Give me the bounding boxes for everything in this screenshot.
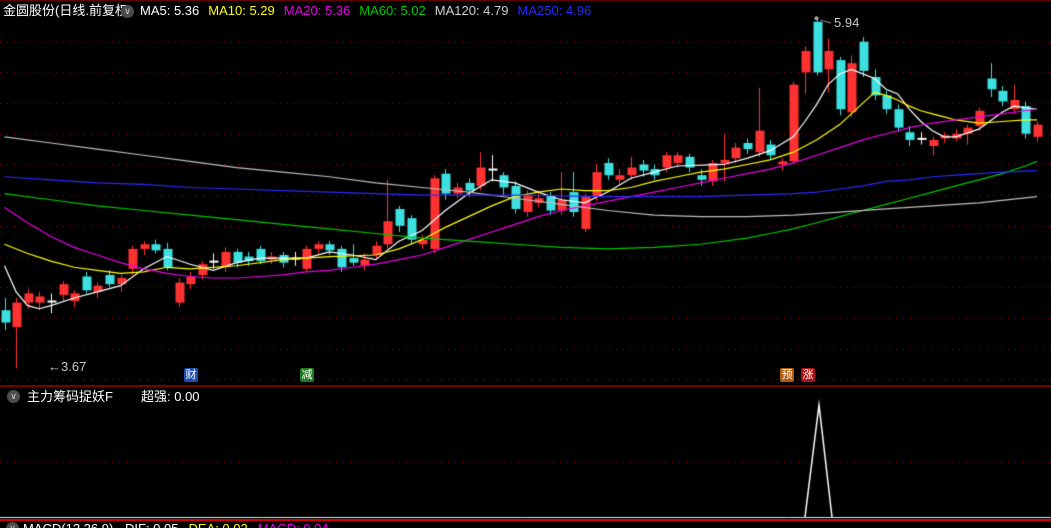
- signal-marker: 预: [780, 368, 794, 382]
- macd-value-0: DIF: 0.05: [125, 521, 178, 528]
- high-price-annotation: 5.94: [834, 15, 860, 30]
- macd-header: ∨ MACD(12,26,9) DIF: 0.05 DEA: 0.02 MACD: …: [0, 521, 1051, 528]
- chevron-down-icon[interactable]: ∨: [7, 390, 20, 403]
- signal-marker: 涨: [801, 368, 815, 382]
- ma-legend-item-5: MA250: 4.96: [517, 3, 592, 18]
- low-price-annotation: ←3.67: [48, 359, 87, 374]
- ma-legend-item-1: MA10: 5.29: [208, 3, 275, 18]
- chart-header: 金圆股份(日线.前复权) ∨ MA5: 5.36 MA10: 5.29 MA20: …: [0, 2, 1051, 20]
- panel-separator: [0, 385, 1051, 387]
- sub-indicator-title: 主力筹码捉妖F: [27, 389, 113, 404]
- ma-legend-item-3: MA60: 5.02: [359, 3, 426, 18]
- sub-indicator-header: ∨ 主力筹码捉妖F 超强: 0.00: [0, 389, 1051, 404]
- ma-legend-item-4: MA120: 4.79: [434, 3, 509, 18]
- stock-title: 金圆股份(日线.前复权): [3, 3, 133, 18]
- signal-marker: 减: [300, 368, 314, 382]
- signal-marker: 财: [184, 368, 198, 382]
- macd-value-1: DEA: 0.02: [188, 521, 247, 528]
- ma-legend-item-2: MA20: 5.36: [283, 3, 351, 18]
- stock-chart-screen: 金圆股份(日线.前复权) ∨ MA5: 5.36 MA10: 5.29 MA20: …: [0, 0, 1051, 528]
- ma-legend: MA5: 5.36 MA10: 5.29 MA20: 5.36 MA60: 5.02 M…: [140, 2, 600, 20]
- chevron-down-icon[interactable]: ∨: [6, 522, 19, 528]
- top-border-line: [0, 0, 1051, 1]
- macd-value-2: MACD: 0.04: [258, 521, 329, 528]
- sub-indicator-value: 超强: 0.00: [141, 389, 200, 404]
- macd-label: MACD(12,26,9): [23, 521, 113, 528]
- chevron-down-icon[interactable]: ∨: [121, 5, 134, 18]
- macd-values: DIF: 0.05 DEA: 0.02 MACD: 0.04: [125, 521, 339, 528]
- ma-legend-item-0: MA5: 5.36: [140, 3, 200, 18]
- candlestick-chart-canvas[interactable]: [0, 0, 1051, 528]
